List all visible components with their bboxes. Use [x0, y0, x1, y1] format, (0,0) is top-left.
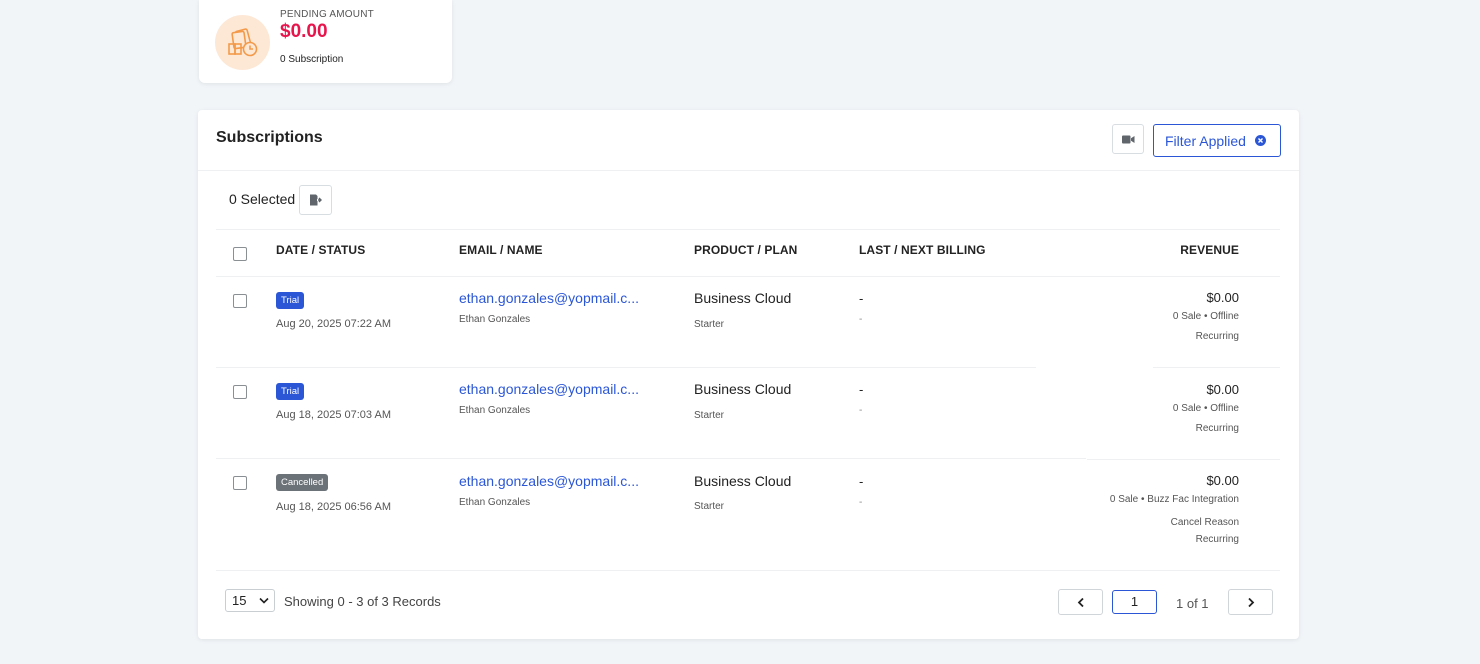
row-email-link[interactable]: ethan.gonzales@yopmail.c... — [459, 381, 644, 397]
selected-count: 0 Selected — [229, 191, 296, 207]
divider — [1087, 459, 1280, 460]
current-page-input[interactable]: 1 — [1112, 590, 1157, 614]
export-button[interactable] — [299, 185, 332, 215]
row-last-billing: - — [859, 382, 864, 397]
next-page-button[interactable] — [1228, 589, 1273, 615]
divider — [216, 570, 1280, 571]
money-clock-icon — [215, 15, 270, 70]
row-next-billing: - — [859, 405, 863, 416]
row-revenue-detail: 0 Sale • Offline — [1172, 403, 1239, 414]
row-revenue-detail: 0 Sale • Offline — [1172, 311, 1239, 322]
previous-page-button[interactable] — [1058, 589, 1103, 615]
row-revenue-type: Recurring — [1195, 423, 1239, 434]
row-next-billing: - — [859, 497, 863, 508]
select-all-checkbox[interactable] — [233, 247, 247, 261]
chevron-down-icon — [259, 597, 269, 604]
row-product: Business Cloud — [694, 290, 792, 306]
row-revenue: $0.00 — [1206, 473, 1239, 488]
column-header-revenue[interactable]: REVENUE — [1180, 243, 1239, 257]
panel-header: Subscriptions Filter Applied — [198, 110, 1299, 171]
row-product: Business Cloud — [694, 381, 792, 397]
page-of-label: 1 of 1 — [1176, 596, 1209, 611]
divider — [1153, 367, 1280, 368]
chevron-right-icon — [1247, 597, 1254, 607]
records-summary: Showing 0 - 3 of 3 Records — [284, 594, 441, 609]
pending-amount-card: PENDING AMOUNT $0.00 0 Subscription — [199, 0, 452, 83]
clear-filter-icon[interactable] — [1254, 135, 1266, 146]
divider — [216, 458, 1086, 459]
row-checkbox[interactable] — [233, 476, 247, 490]
subscriptions-panel: Subscriptions Filter Applied 0 Selected … — [198, 110, 1299, 639]
page-size-select[interactable]: 15 — [225, 589, 275, 612]
row-name: Ethan Gonzales — [459, 497, 531, 508]
filter-applied-label: Filter Applied — [1165, 132, 1246, 149]
status-badge: Trial — [276, 292, 305, 309]
row-plan: Starter — [694, 501, 725, 512]
row-checkbox[interactable] — [233, 294, 247, 308]
row-email-link[interactable]: ethan.gonzales@yopmail.c... — [459, 290, 644, 306]
row-cancel-reason: Cancel Reason — [1170, 517, 1239, 528]
pending-subscription-count: 0 Subscription — [280, 54, 344, 65]
row-checkbox[interactable] — [233, 385, 247, 399]
page-size-value: 15 — [232, 593, 247, 608]
row-plan: Starter — [694, 410, 725, 421]
row-date: Aug 18, 2025 07:03 AM — [276, 409, 391, 421]
row-name: Ethan Gonzales — [459, 405, 531, 416]
row-next-billing: - — [859, 314, 863, 325]
page-title: Subscriptions — [216, 129, 323, 146]
row-product: Business Cloud — [694, 473, 792, 489]
row-revenue: $0.00 — [1206, 382, 1239, 397]
column-header-billing[interactable]: LAST / NEXT BILLING — [859, 243, 986, 257]
row-revenue-type: Recurring — [1195, 534, 1239, 545]
row-revenue-type: Recurring — [1195, 331, 1239, 342]
chevron-left-icon — [1077, 597, 1084, 607]
divider — [216, 367, 1036, 368]
column-header-date-status[interactable]: DATE / STATUS — [276, 243, 365, 257]
row-name: Ethan Gonzales — [459, 314, 531, 325]
row-revenue: $0.00 — [1206, 290, 1239, 305]
row-date: Aug 18, 2025 06:56 AM — [276, 501, 391, 513]
row-email-link[interactable]: ethan.gonzales@yopmail.c... — [459, 473, 644, 489]
row-date: Aug 20, 2025 07:22 AM — [276, 318, 391, 330]
pending-amount-label: PENDING AMOUNT — [280, 9, 374, 20]
filter-applied-button[interactable]: Filter Applied — [1153, 124, 1281, 157]
status-badge: Trial — [276, 383, 305, 400]
row-plan: Starter — [694, 319, 725, 330]
divider — [216, 276, 1280, 277]
row-last-billing: - — [859, 474, 864, 489]
video-camera-icon — [1121, 135, 1134, 143]
export-icon — [310, 194, 322, 206]
row-revenue-detail: 0 Sale • Buzz Fac Integration — [1109, 494, 1239, 505]
pending-amount-value: $0.00 — [280, 21, 328, 42]
column-header-product-plan[interactable]: PRODUCT / PLAN — [694, 243, 797, 257]
row-last-billing: - — [859, 291, 864, 306]
divider — [216, 229, 1280, 230]
column-header-email-name[interactable]: EMAIL / NAME — [459, 243, 543, 257]
video-tutorial-button[interactable] — [1112, 124, 1144, 154]
status-badge: Cancelled — [276, 474, 329, 491]
